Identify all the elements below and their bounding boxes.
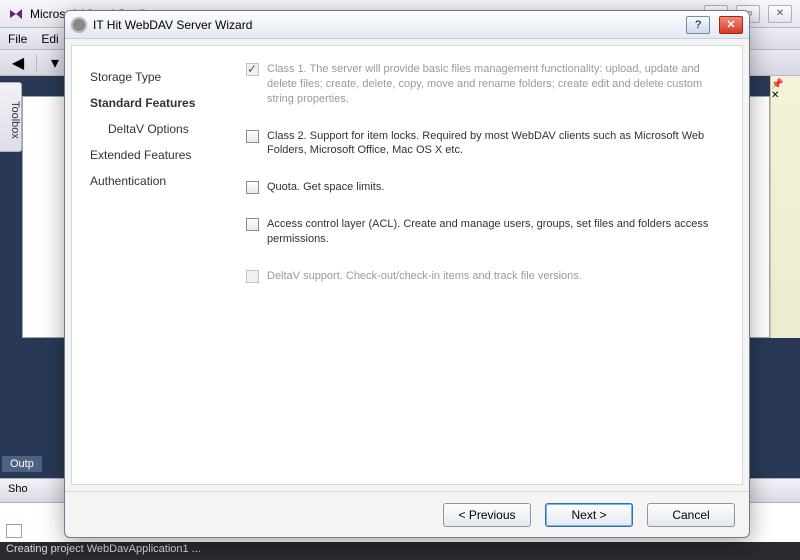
gear-icon [71, 17, 87, 33]
output-panel-icon[interactable] [6, 524, 22, 538]
previous-button[interactable]: < Previous [443, 503, 531, 527]
checkbox-deltav [246, 270, 259, 283]
next-button[interactable]: Next > [545, 503, 633, 527]
option-class1: Class 1. The server will provide basic f… [246, 62, 724, 107]
wizard-footer: < Previous Next > Cancel [65, 491, 749, 537]
status-text: Creating project WebDavApplication1 ... [6, 543, 201, 555]
wizard-nav: Storage Type Standard Features DeltaV Op… [72, 46, 242, 484]
label-deltav: DeltaV support. Check-out/check-in items… [267, 269, 582, 284]
status-bar: Creating project WebDavApplication1 ... [0, 542, 800, 560]
wizard-body: Storage Type Standard Features DeltaV Op… [71, 45, 743, 485]
nav-extended-features[interactable]: Extended Features [90, 142, 230, 168]
cancel-button[interactable]: Cancel [647, 503, 735, 527]
nav-storage-type[interactable]: Storage Type [90, 64, 230, 90]
menu-edit[interactable]: Edi [41, 32, 58, 46]
pin-icon[interactable]: 📌 ✕ [771, 79, 794, 101]
wizard-title-text: IT Hit WebDAV Server Wizard [93, 18, 252, 32]
checkbox-quota[interactable] [246, 181, 259, 194]
option-deltav: DeltaV support. Check-out/check-in items… [246, 269, 724, 284]
nav-authentication[interactable]: Authentication [90, 168, 230, 194]
vs-close-button[interactable]: ✕ [768, 5, 792, 23]
wizard-titlebar: IT Hit WebDAV Server Wizard ? ✕ [65, 11, 749, 39]
wizard-dialog: IT Hit WebDAV Server Wizard ? ✕ Storage … [64, 10, 750, 538]
checkbox-class2[interactable] [246, 130, 259, 143]
checkbox-class1 [246, 63, 259, 76]
checkbox-acl[interactable] [246, 218, 259, 231]
menu-file[interactable]: File [8, 32, 27, 46]
option-class2: Class 2. Support for item locks. Require… [246, 129, 724, 159]
nav-deltav-options[interactable]: DeltaV Options [90, 116, 230, 142]
nav-standard-features[interactable]: Standard Features [90, 90, 230, 116]
option-quota: Quota. Get space limits. [246, 180, 724, 195]
label-acl: Access control layer (ACL). Create and m… [267, 217, 724, 247]
label-quota: Quota. Get space limits. [267, 180, 384, 195]
toolbox-tab[interactable]: Toolbox [0, 82, 22, 152]
label-class1: Class 1. The server will provide basic f… [267, 62, 724, 107]
toolbar-back-button[interactable]: ◀ [6, 53, 30, 73]
option-acl: Access control layer (ACL). Create and m… [246, 217, 724, 247]
output-show-label: Sho [8, 483, 28, 495]
wizard-help-button[interactable]: ? [686, 16, 710, 34]
right-docked-pane: 📌 ✕ [770, 76, 800, 338]
visual-studio-logo-icon [8, 6, 24, 22]
wizard-content: Class 1. The server will provide basic f… [242, 46, 742, 484]
label-class2: Class 2. Support for item locks. Require… [267, 129, 724, 159]
wizard-close-button[interactable]: ✕ [719, 16, 743, 34]
output-panel-tab[interactable]: Outp [2, 456, 42, 472]
